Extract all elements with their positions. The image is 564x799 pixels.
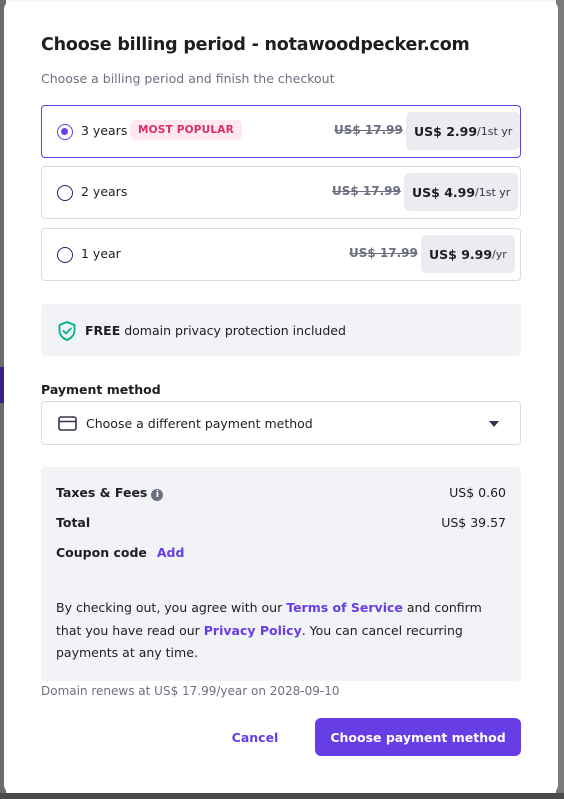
period-label: 2 years <box>81 184 128 199</box>
price-unit: /1st yr <box>475 185 511 199</box>
coupon-row: Coupon code Add <box>56 545 506 560</box>
coupon-label: Coupon code <box>56 545 147 560</box>
period-label: 3 years <box>81 123 128 138</box>
order-summary: Taxes & Fees i US$ 0.60 Total US$ 39.57 C… <box>41 467 521 681</box>
old-price: US$ 17.99 <box>334 123 403 137</box>
taxes-row: Taxes & Fees i US$ 0.60 <box>56 485 506 501</box>
radio-button[interactable] <box>57 185 73 201</box>
period-option-2-years[interactable]: 2 years US$ 17.99 US$ 4.99 /1st yr <box>41 166 521 219</box>
most-popular-badge: MOST POPULAR <box>130 120 242 140</box>
total-row: Total US$ 39.57 <box>56 515 506 530</box>
renewal-note: Domain renews at US$ 17.99/year on 2028-… <box>41 684 340 698</box>
billing-period-dialog: Choose billing period - notawoodpecker.c… <box>4 1 558 793</box>
privacy-free-label: FREE <box>85 323 121 338</box>
price-box: US$ 2.99 /1st yr <box>406 112 521 150</box>
chevron-down-icon <box>489 421 499 427</box>
taxes-label: Taxes & Fees <box>56 485 148 500</box>
domain-privacy-notice: FREE domain privacy protection included <box>41 304 521 356</box>
old-price: US$ 17.99 <box>349 246 418 260</box>
taxes-value: US$ 0.60 <box>449 485 506 500</box>
price-unit: /1st yr <box>477 124 513 138</box>
dialog-subtitle: Choose a billing period and finish the c… <box>41 71 335 86</box>
total-value: US$ 39.57 <box>441 515 506 530</box>
old-price: US$ 17.99 <box>332 184 401 198</box>
payment-method-value: Choose a different payment method <box>86 416 313 431</box>
info-icon[interactable]: i <box>151 489 164 501</box>
price-unit: /yr <box>492 247 507 261</box>
privacy-description: domain privacy protection included <box>120 323 346 338</box>
radio-button[interactable] <box>57 247 73 263</box>
credit-card-icon <box>58 416 77 431</box>
terms-of-service-link[interactable]: Terms of Service <box>286 600 403 615</box>
price: US$ 4.99 <box>412 184 476 200</box>
period-option-1-year[interactable]: 1 year US$ 17.99 US$ 9.99 /yr <box>41 228 521 281</box>
cancel-button[interactable]: Cancel <box>220 719 290 755</box>
background-bottom-edge <box>0 793 564 799</box>
shield-check-icon <box>58 321 76 341</box>
terms-text-1: By checking out, you agree with our <box>56 600 287 615</box>
payment-method-label: Payment method <box>41 382 161 397</box>
privacy-policy-link[interactable]: Privacy Policy <box>204 623 302 638</box>
choose-payment-method-button[interactable]: Choose payment method <box>315 718 521 756</box>
payment-method-select[interactable]: Choose a different payment method <box>41 401 521 445</box>
period-label: 1 year <box>81 246 121 261</box>
dialog-title: Choose billing period - notawoodpecker.c… <box>41 35 470 55</box>
price-box: US$ 4.99 /1st yr <box>404 173 519 211</box>
price-box: US$ 9.99 /yr <box>421 235 515 273</box>
terms-text: By checking out, you agree with our Term… <box>56 597 506 665</box>
total-label: Total <box>56 515 91 530</box>
privacy-text: FREE domain privacy protection included <box>85 323 346 338</box>
radio-button[interactable] <box>57 124 73 140</box>
price: US$ 9.99 <box>429 246 493 262</box>
period-option-3-years[interactable]: 3 years MOST POPULAR US$ 17.99 US$ 2.99 … <box>41 105 521 158</box>
add-coupon-link[interactable]: Add <box>157 545 185 560</box>
price: US$ 2.99 <box>414 123 478 139</box>
